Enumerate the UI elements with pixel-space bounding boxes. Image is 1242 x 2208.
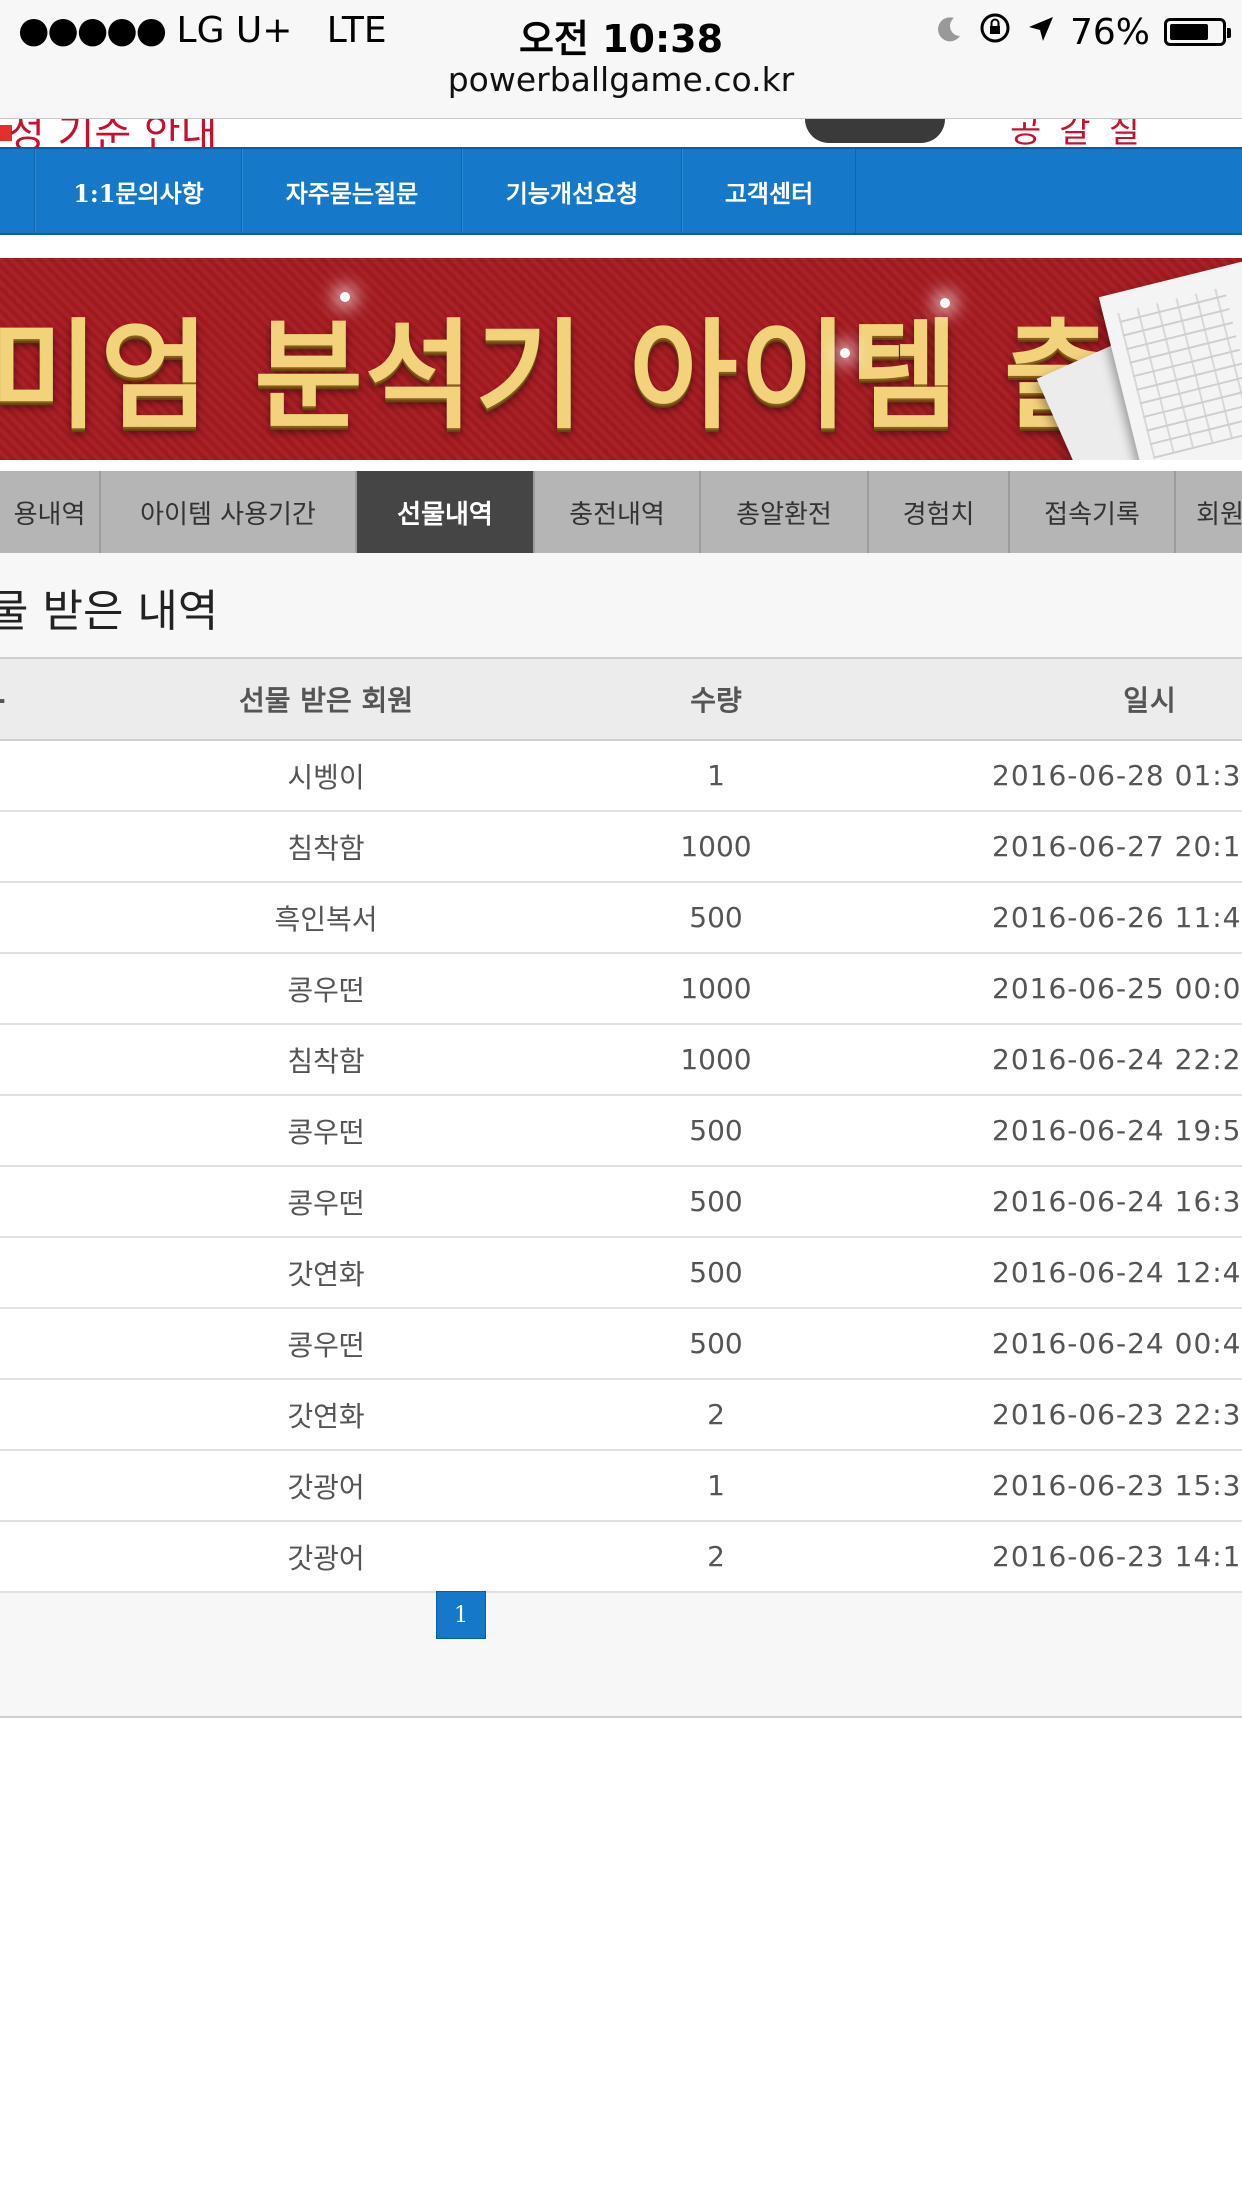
page-header-strip: 성 기준 안내 공갈칠 [0, 119, 1242, 147]
sparkle-icon [940, 298, 950, 308]
table-row: 시벵이 1 2016-06-28 01:3 [0, 741, 1242, 812]
address-bar-url[interactable]: powerballgame.co.kr [0, 60, 1242, 99]
date-cell: 2016-06-24 12:4 [992, 1256, 1242, 1289]
header-col-date: 일시 [1123, 684, 1177, 717]
table-row: 콩우떤 1000 2016-06-25 00:0 [0, 954, 1242, 1025]
status-icons: 76% [934, 10, 1231, 54]
battery-icon [1164, 18, 1231, 46]
table-row: 갓연화 500 2016-06-24 12:4 [0, 1238, 1242, 1309]
date-cell: 2016-06-23 14:1 [992, 1540, 1242, 1573]
quantity-cell: 2 [707, 1540, 725, 1573]
header-right-text: 공갈칠 [1010, 119, 1158, 147]
quantity-cell: 1000 [680, 830, 752, 863]
member-cell: 시벵이 [287, 760, 365, 794]
quantity-cell: 500 [689, 901, 743, 934]
table-header: - 선물 받은 회원 수량 일시 [0, 657, 1242, 741]
member-cell: 갓광어 [287, 1470, 365, 1504]
account-tabs: 용내역 아이템 사용기간 선물내역 충전내역 총알환전 경험치 접속기록 회원 [0, 471, 1242, 554]
date-cell: 2016-06-25 00:0 [992, 972, 1242, 1005]
member-cell: 침착함 [287, 1044, 365, 1078]
nav-customer-center[interactable]: 고객센터 [682, 149, 856, 233]
nav-feature-request[interactable]: 기능개선요청 [462, 149, 682, 233]
nav-spacer [0, 149, 35, 233]
promo-banner[interactable]: 미엄 분석기 아이템 출시!! [0, 258, 1242, 460]
table-row: 콩우떤 500 2016-06-24 19:5 [0, 1096, 1242, 1167]
battery-fill [1170, 24, 1208, 40]
tab-item-period[interactable]: 아이템 사용기간 [101, 471, 357, 553]
section-title: 물 받은 내역 [0, 586, 219, 637]
member-cell: 콩우떤 [287, 1115, 365, 1149]
battery-percent: 76% [1069, 11, 1150, 53]
tab-access-log[interactable]: 접속기록 [1010, 471, 1176, 553]
tab-experience[interactable]: 경험치 [869, 471, 1010, 553]
rotation-lock-icon [978, 11, 1012, 54]
member-cell: 콩우떤 [287, 1328, 365, 1362]
status-bar: ●●●●● LG U+ LTE 오전 10:38 76% powerballga… [0, 0, 1242, 119]
date-cell: 2016-06-24 16:3 [992, 1185, 1242, 1218]
tab-member[interactable]: 회원 [1176, 471, 1242, 553]
quantity-cell: 500 [689, 1256, 743, 1289]
member-cell: 갓연화 [287, 1257, 365, 1291]
member-cell: 콩우떤 [287, 973, 365, 1007]
quantity-cell: 2 [707, 1398, 725, 1431]
member-cell: 흑인복서 [274, 902, 378, 936]
support-nav: 1:1문의사항 자주묻는질문 기능개선요청 고객센터 [0, 147, 1242, 235]
sparkle-icon [340, 292, 350, 302]
moon-icon [934, 12, 964, 53]
table-body: 시벵이 1 2016-06-28 01:3 침착함 1000 2016-06-27 20:… [0, 741, 1242, 1593]
header-col-index: - [0, 659, 20, 739]
table-row: 갓광어 2 2016-06-23 14:1 [0, 1522, 1242, 1593]
table-row: 콩우떤 500 2016-06-24 00:4 [0, 1309, 1242, 1380]
header-graphic [805, 119, 945, 143]
member-cell: 콩우떤 [287, 1186, 365, 1220]
sparkle-icon [840, 348, 850, 358]
member-cell: 침착함 [287, 831, 365, 865]
date-cell: 2016-06-28 01:3 [992, 759, 1242, 792]
location-arrow-icon [1026, 12, 1056, 53]
gift-received-panel: 물 받은 내역 - 선물 받은 회원 수량 일시 시벵이 1 2016-06-28 … [0, 553, 1242, 1718]
header-col-quantity: 수량 [690, 684, 742, 717]
table-row: 갓연화 2 2016-06-23 22:3 [0, 1380, 1242, 1451]
date-cell: 2016-06-27 20:1 [992, 830, 1242, 863]
nav-faq[interactable]: 자주묻는질문 [242, 149, 462, 233]
tab-usage-history[interactable]: 용내역 [0, 471, 101, 553]
date-cell: 2016-06-26 11:4 [992, 901, 1242, 934]
quantity-cell: 1000 [680, 972, 752, 1005]
date-cell: 2016-06-23 22:3 [992, 1398, 1242, 1431]
gift-table: - 선물 받은 회원 수량 일시 시벵이 1 2016-06-28 01:3 침착함 1… [0, 657, 1242, 1593]
date-cell: 2016-06-23 15:3 [992, 1469, 1242, 1502]
quantity-cell: 1 [707, 759, 725, 792]
tab-charge-history[interactable]: 충전내역 [535, 471, 701, 553]
table-row: 흑인복서 500 2016-06-26 11:4 [0, 883, 1242, 954]
quantity-cell: 500 [689, 1327, 743, 1360]
pagination-page[interactable]: 1 [436, 1591, 486, 1639]
header-col-member: 선물 받은 회원 [238, 684, 414, 717]
notice-link[interactable]: 성 기준 안내 [8, 119, 217, 147]
date-cell: 2016-06-24 22:2 [992, 1043, 1242, 1076]
tab-gift-history[interactable]: 선물내역 [357, 471, 535, 553]
banner-text: 미엄 분석기 아이템 출시!! [0, 307, 1242, 445]
table-row: 침착함 1000 2016-06-27 20:1 [0, 812, 1242, 883]
nav-inquiry[interactable]: 1:1문의사항 [35, 149, 242, 233]
table-row: 침착함 1000 2016-06-24 22:2 [0, 1025, 1242, 1096]
date-cell: 2016-06-24 19:5 [992, 1114, 1242, 1147]
quantity-cell: 1000 [680, 1043, 752, 1076]
date-cell: 2016-06-24 00:4 [992, 1327, 1242, 1360]
quantity-cell: 500 [689, 1114, 743, 1147]
table-row: 갓광어 1 2016-06-23 15:3 [0, 1451, 1242, 1522]
member-cell: 갓광어 [287, 1541, 365, 1575]
table-row: 콩우떤 500 2016-06-24 16:3 [0, 1167, 1242, 1238]
quantity-cell: 1 [707, 1469, 725, 1502]
member-cell: 갓연화 [287, 1399, 365, 1433]
quantity-cell: 500 [689, 1185, 743, 1218]
tab-bullet-exchange[interactable]: 총알환전 [701, 471, 869, 553]
